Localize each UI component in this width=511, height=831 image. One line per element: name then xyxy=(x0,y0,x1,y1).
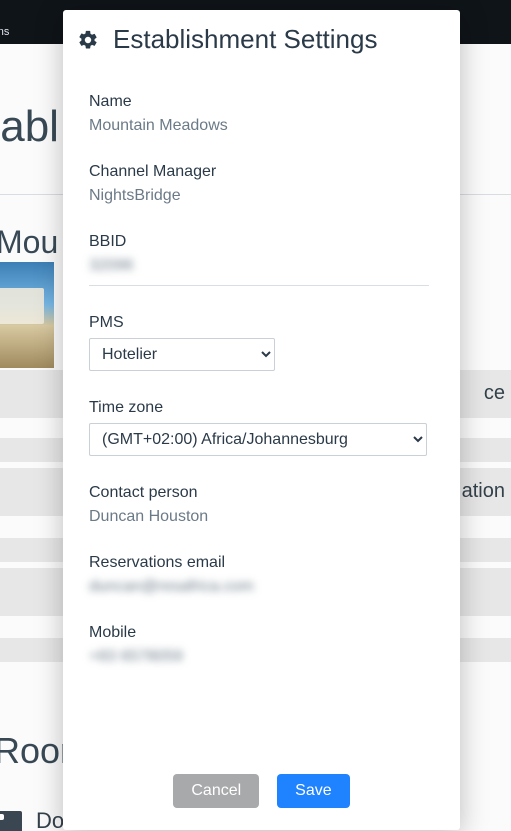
field-value: 32096 xyxy=(89,257,429,286)
field-label: Time zone xyxy=(89,399,434,417)
field-label: Channel Manager xyxy=(89,163,434,181)
modal-footer: Cancel Save xyxy=(63,756,460,830)
field-label: BBID xyxy=(89,233,434,251)
field-contact-person: Contact person Duncan Houston xyxy=(89,484,434,526)
field-name: Name Mountain Meadows xyxy=(89,93,434,135)
establishment-name: Mou xyxy=(0,224,58,261)
field-value: Mountain Meadows xyxy=(89,117,434,135)
gears-icon xyxy=(0,8,2,28)
field-label: Name xyxy=(89,93,434,111)
field-value: NightsBridge xyxy=(89,187,434,205)
field-label: Reservations email xyxy=(89,554,434,572)
room-item: Do xyxy=(0,808,64,831)
pms-select[interactable]: Hotelier xyxy=(89,338,275,371)
cancel-button[interactable]: Cancel xyxy=(173,774,259,808)
timezone-select[interactable]: (GMT+02:00) Africa/Johannesburg xyxy=(89,423,427,456)
save-button[interactable]: Save xyxy=(277,774,349,808)
modal-title: Establishment Settings xyxy=(113,24,377,55)
field-label: Contact person xyxy=(89,484,434,502)
gear-icon xyxy=(77,29,99,51)
room-item-label: Do xyxy=(36,808,64,831)
field-label: PMS xyxy=(89,314,434,332)
nav-item-label: ations xyxy=(0,26,9,38)
field-mobile: Mobile +83 6578059 xyxy=(89,624,434,666)
establishment-settings-modal: Establishment Settings Name Mountain Mea… xyxy=(63,10,460,830)
bed-icon xyxy=(0,811,22,831)
field-timezone: Time zone (GMT+02:00) Africa/Johannesbur… xyxy=(89,399,434,456)
field-reservations-email: Reservations email duncan@resafrica.com xyxy=(89,554,434,596)
field-value: Duncan Houston xyxy=(89,508,434,526)
info-row-text: ce xyxy=(484,370,505,417)
field-bbid: BBID 32096 xyxy=(89,233,434,286)
field-value: duncan@resafrica.com xyxy=(89,578,434,596)
field-label: Mobile xyxy=(89,624,434,642)
modal-header: Establishment Settings xyxy=(63,10,460,65)
info-row-text: ation xyxy=(462,468,505,515)
field-pms: PMS Hotelier xyxy=(89,314,434,371)
modal-body: Name Mountain Meadows Channel Manager Ni… xyxy=(63,65,460,756)
field-channel-manager: Channel Manager NightsBridge xyxy=(89,163,434,205)
page-title: tabl xyxy=(0,102,59,152)
establishment-photo xyxy=(0,262,54,368)
field-value: +83 6578059 xyxy=(89,648,434,666)
